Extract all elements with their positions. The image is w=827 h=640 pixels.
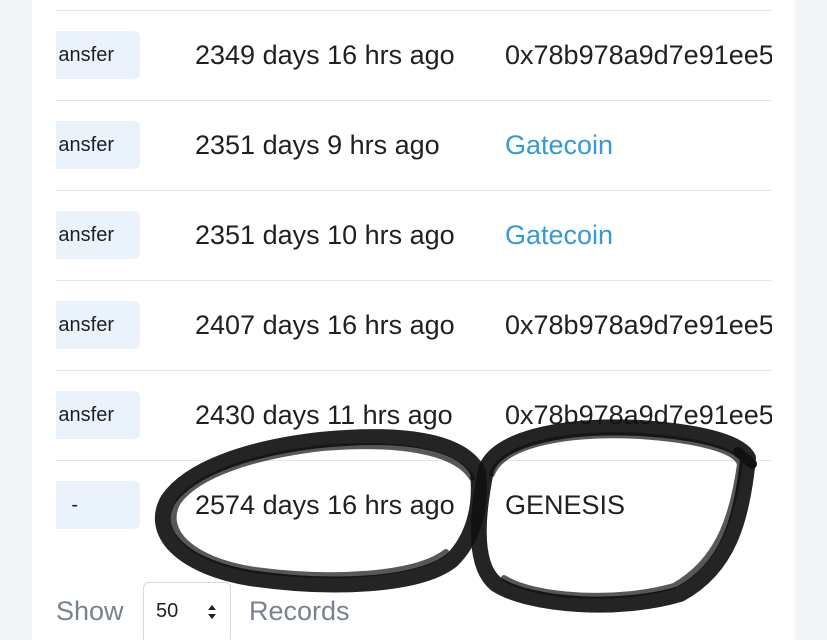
page-size-value: 50 [156, 600, 179, 622]
table-row: ansfer 2430 days 11 hrs ago 0x78b978a9d7… [56, 370, 772, 460]
from-address-link[interactable]: 0x78b978a9d7e91ee5 [505, 370, 772, 460]
method-label: ansfer [58, 224, 114, 246]
from-name-link[interactable]: Gatecoin [505, 100, 613, 190]
transactions-card: ansfer 2349 days 16 hrs ago 0x78b978a9d7… [32, 0, 795, 640]
age-cell: 2407 days 16 hrs ago [195, 310, 455, 340]
method-badge: ansfer [56, 31, 140, 79]
age-cell: 2430 days 11 hrs ago [195, 400, 453, 430]
method-badge: - [56, 481, 140, 529]
table-row: ansfer 2351 days 10 hrs ago Gatecoin [56, 190, 772, 280]
from-address-link[interactable]: 0x78b978a9d7e91ee5 [505, 10, 772, 100]
from-name-link[interactable]: Gatecoin [505, 190, 613, 280]
show-label: Show [56, 596, 124, 626]
age-cell: 2351 days 10 hrs ago [195, 220, 455, 250]
method-label: ansfer [58, 404, 114, 426]
method-badge: ansfer [56, 301, 140, 349]
age-cell: 2349 days 16 hrs ago [195, 40, 455, 70]
table-row: ansfer 2351 days 9 hrs ago Gatecoin [56, 100, 772, 190]
method-label: ansfer [58, 44, 114, 66]
table-row: ansfer 2407 days 16 hrs ago 0x78b978a9d7… [56, 280, 772, 370]
table-row: ansfer 2349 days 16 hrs ago 0x78b978a9d7… [56, 10, 772, 100]
age-cell: 2351 days 9 hrs ago [195, 130, 440, 160]
transactions-table: ansfer 2349 days 16 hrs ago 0x78b978a9d7… [56, 0, 772, 550]
method-badge: ansfer [56, 391, 140, 439]
from-genesis-label: GENESIS [505, 490, 626, 520]
method-badge: ansfer [56, 121, 140, 169]
method-label: ansfer [58, 314, 114, 336]
table-row: - 2574 days 16 hrs ago GENESIS [56, 460, 772, 550]
method-label: - [71, 494, 78, 516]
method-label: ansfer [58, 134, 114, 156]
age-cell: 2574 days 16 hrs ago [195, 490, 455, 520]
records-label: Records [249, 596, 350, 626]
sort-updown-icon [208, 605, 216, 619]
from-address-link[interactable]: 0x78b978a9d7e91ee5 [505, 280, 772, 370]
page-size-select[interactable]: 50 [143, 582, 231, 640]
method-badge: ansfer [56, 211, 140, 259]
